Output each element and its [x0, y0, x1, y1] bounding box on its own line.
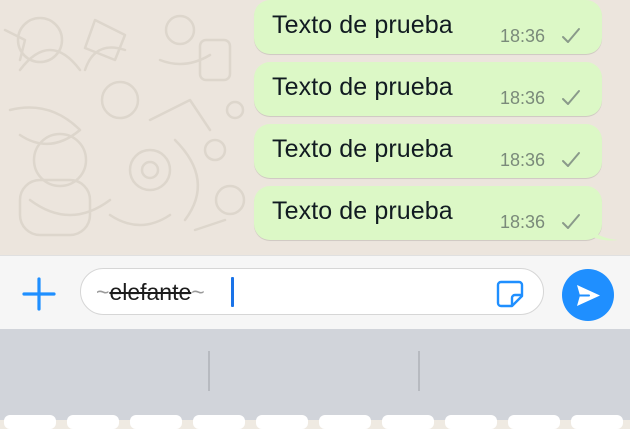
single-check-icon	[562, 152, 580, 167]
single-check-icon	[562, 90, 580, 105]
keyboard-key[interactable]	[571, 415, 623, 429]
message-bubble[interactable]: Texto de prueba 18:36	[254, 62, 602, 116]
strike-marker: ~	[191, 279, 205, 305]
message-time: 18:36	[500, 212, 546, 232]
suggestion-divider	[208, 351, 210, 391]
single-check-icon	[562, 214, 580, 229]
message-time: 18:36	[500, 88, 546, 108]
bubble-tail	[590, 226, 618, 241]
keyboard	[0, 329, 630, 429]
keyboard-key[interactable]	[382, 415, 434, 429]
keyboard-key[interactable]	[67, 415, 119, 429]
message-bubble[interactable]: Texto de prueba 18:36	[254, 124, 602, 178]
single-check-icon	[562, 28, 580, 43]
message-text: Texto de prueba	[272, 11, 453, 39]
message-text: Texto de prueba	[272, 135, 453, 163]
message-text: Texto de prueba	[272, 73, 453, 101]
suggestion-divider	[418, 351, 420, 391]
send-icon	[577, 285, 600, 306]
keyboard-key[interactable]	[193, 415, 245, 429]
chat-area: Texto de prueba 18:36 Texto de prueba 18…	[0, 0, 630, 255]
struck-word: elefante	[109, 279, 192, 305]
keyboard-key-row	[0, 415, 630, 429]
sticker-icon[interactable]	[495, 278, 525, 308]
keyboard-key[interactable]	[319, 415, 371, 429]
message-time: 18:36	[500, 26, 546, 46]
keyboard-key[interactable]	[4, 415, 56, 429]
message-bubble[interactable]: Texto de prueba 18:36	[254, 0, 602, 54]
message-text: Texto de prueba	[272, 197, 453, 225]
message-bubble[interactable]: Texto de prueba 18:36	[254, 186, 602, 240]
keyboard-key[interactable]	[445, 415, 497, 429]
message-input-value: ~elefante~	[96, 279, 205, 306]
strike-marker: ~	[96, 279, 110, 305]
keyboard-key[interactable]	[130, 415, 182, 429]
plus-icon[interactable]	[19, 274, 59, 314]
send-button[interactable]	[562, 269, 614, 321]
message-input[interactable]: ~elefante~	[80, 268, 544, 315]
message-time: 18:36	[500, 150, 546, 170]
keyboard-key[interactable]	[256, 415, 308, 429]
text-caret	[231, 277, 234, 307]
message-composer: ~elefante~	[0, 255, 630, 330]
keyboard-key[interactable]	[508, 415, 560, 429]
